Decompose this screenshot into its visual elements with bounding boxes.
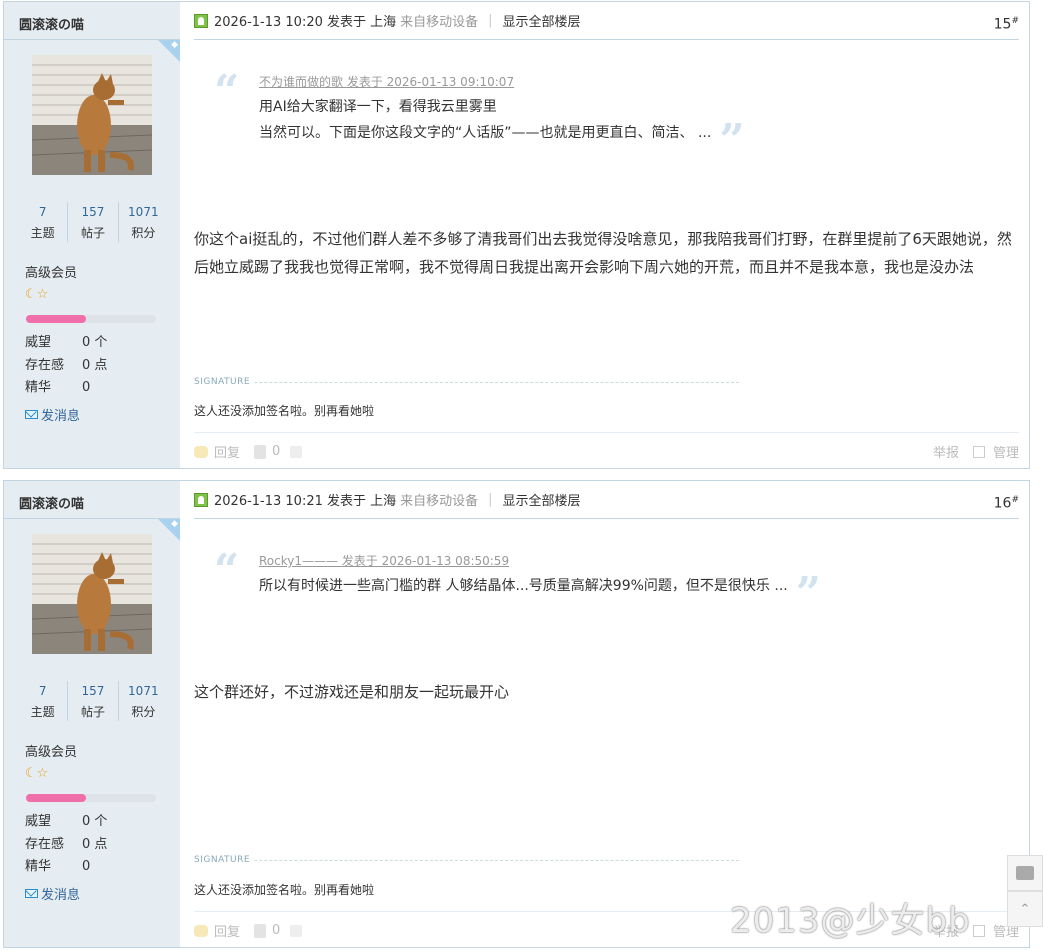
corner-badge-icon: ◆ <box>158 519 180 541</box>
post-device: 来自移动设备 <box>400 494 479 509</box>
signature-divider <box>194 860 739 861</box>
signature-text: 这人还没添加签名啦。别再看她啦 <box>194 404 375 418</box>
post-actions: 回复 0 举报 管理 <box>194 432 1019 470</box>
level-stars-icon: ☾☆ <box>25 766 49 781</box>
back-to-top-button[interactable]: ⌃ <box>1007 891 1043 927</box>
level-progress-bar <box>26 315 156 323</box>
user-level[interactable]: 高级会员 <box>25 741 77 760</box>
send-message-button[interactable]: 发消息 <box>25 405 80 424</box>
post-device: 来自移动设备 <box>400 15 479 30</box>
level-progress-bar <box>26 794 156 802</box>
post-message: 这个群还好，不过游戏还是和朋友一起玩最开心 <box>194 683 510 701</box>
avatar[interactable] <box>32 534 152 654</box>
quote-author-link[interactable]: Rocky1——— 发表于 2026-01-13 08:50:59 <box>259 549 854 573</box>
author-meta: 威望 0 个 存在感 0 点 精华 0 <box>25 814 108 874</box>
quote-block: “ Rocky1——— 发表于 2026-01-13 08:50:59 所以有时… <box>214 545 854 619</box>
author-name[interactable]: 圆滚滚の喵 <box>4 2 180 40</box>
post-floor-15: 圆滚滚の喵 ◆ 7 主题 157 帖子 1071 积分 高级会员 ☾☆ 威望 0… <box>3 1 1030 469</box>
envelope-icon <box>25 889 38 898</box>
level-stars-icon: ☾☆ <box>25 287 49 302</box>
post-floor-16: 圆滚滚の喵 ◆ 7 主题 157 帖子 1071 积分 高级会员 ☾☆ 威望 0… <box>3 480 1030 948</box>
stat-threads[interactable]: 7 主题 <box>18 202 69 242</box>
avatar[interactable] <box>32 55 152 175</box>
post-datetime: 2026-1-13 10:21 发表于 上海 <box>214 494 397 509</box>
quote-line: 用AI给大家翻译一下，看得我云里雾里 <box>259 99 497 115</box>
quote-author-link[interactable]: 不为谁而做的歌 发表于 2026-01-13 09:10:07 <box>259 70 854 94</box>
thumbs-down-icon[interactable] <box>290 445 303 458</box>
signature-label: SIGNATURE <box>194 855 255 865</box>
floating-toolbar: ⌃ <box>1007 855 1043 927</box>
signature-label: SIGNATURE <box>194 377 255 387</box>
header-divider: | <box>488 13 493 28</box>
online-status-icon <box>194 492 208 507</box>
signature-divider <box>194 382 739 383</box>
stat-posts[interactable]: 157 帖子 <box>68 681 119 721</box>
stat-credits[interactable]: 1071 积分 <box>119 681 168 721</box>
level-progress-fill <box>26 794 86 802</box>
floor-number[interactable]: 15# <box>994 16 1019 33</box>
post-header: 2026-1-13 10:20 发表于 上海 来自移动设备 | 显示全部楼层 <box>194 2 1019 40</box>
show-all-floors-link[interactable]: 显示全部楼层 <box>503 11 581 30</box>
envelope-icon <box>25 410 38 419</box>
open-quote-icon: “ <box>214 66 240 117</box>
author-meta: 威望 0 个 存在感 0 点 精华 0 <box>25 335 108 395</box>
manage-button[interactable]: 管理 <box>993 442 1019 461</box>
author-stats: 7 主题 157 帖子 1071 积分 <box>18 681 168 721</box>
author-stats: 7 主题 157 帖子 1071 积分 <box>18 202 168 242</box>
reply-icon[interactable] <box>194 445 208 458</box>
manage-checkbox[interactable] <box>972 445 985 458</box>
post-datetime: 2026-1-13 10:20 发表于 上海 <box>214 15 397 30</box>
author-sidebar: 圆滚滚の喵 ◆ 7 主题 157 帖子 1071 积分 高级会员 ☾☆ 威望 0… <box>4 481 180 947</box>
level-progress-fill <box>26 315 86 323</box>
author-sidebar: 圆滚滚の喵 ◆ 7 主题 157 帖子 1071 积分 高级会员 ☾☆ 威望 0… <box>4 2 180 468</box>
reply-button[interactable]: 回复 <box>214 921 240 940</box>
open-quote-icon: “ <box>214 545 240 596</box>
online-status-icon <box>194 13 208 28</box>
thumbs-up-icon[interactable] <box>254 923 267 938</box>
manage-checkbox[interactable] <box>972 924 985 937</box>
quick-reply-button[interactable] <box>1007 855 1043 891</box>
show-all-floors-link[interactable]: 显示全部楼层 <box>503 490 581 509</box>
support-count: 0 <box>272 923 281 938</box>
user-level[interactable]: 高级会员 <box>25 262 77 281</box>
comment-icon <box>1016 866 1034 880</box>
arrow-up-icon: ⌃ <box>1019 901 1031 917</box>
reply-icon[interactable] <box>194 924 208 937</box>
quote-line: 当然可以。下面是你这段文字的“人话版”——也就是用更直白、简洁、 ...” <box>259 115 745 166</box>
support-count: 0 <box>272 444 281 459</box>
signature-text: 这人还没添加签名啦。别再看她啦 <box>194 883 375 897</box>
thumbs-down-icon[interactable] <box>290 924 303 937</box>
send-message-button[interactable]: 发消息 <box>25 884 80 903</box>
floor-number[interactable]: 16# <box>994 495 1019 512</box>
corner-badge-icon: ◆ <box>158 40 180 62</box>
post-header: 2026-1-13 10:21 发表于 上海 来自移动设备 | 显示全部楼层 <box>194 481 1019 519</box>
close-quote-icon: ” <box>719 115 745 166</box>
stat-threads[interactable]: 7 主题 <box>18 681 69 721</box>
quote-line: 所以有时候进一些高门槛的群 人够结晶体...号质量高解决99%问题，但不是很快乐… <box>259 568 822 619</box>
header-divider: | <box>488 492 493 507</box>
post-message: 你这个ai挺乱的，不过他们群人差不多够了清我哥们出去我觉得没啥意见，那我陪我哥们… <box>194 230 1012 276</box>
thumbs-up-icon[interactable] <box>254 444 267 459</box>
stat-posts[interactable]: 157 帖子 <box>68 202 119 242</box>
close-quote-icon: ” <box>795 568 822 619</box>
report-button[interactable]: 举报 <box>933 442 959 461</box>
watermark: 2013@少女bb <box>730 901 971 941</box>
stat-credits[interactable]: 1071 积分 <box>119 202 168 242</box>
author-name[interactable]: 圆滚滚の喵 <box>4 481 180 519</box>
reply-button[interactable]: 回复 <box>214 442 240 461</box>
quote-block: “ 不为谁而做的歌 发表于 2026-01-13 09:10:07 用AI给大家… <box>214 66 854 166</box>
